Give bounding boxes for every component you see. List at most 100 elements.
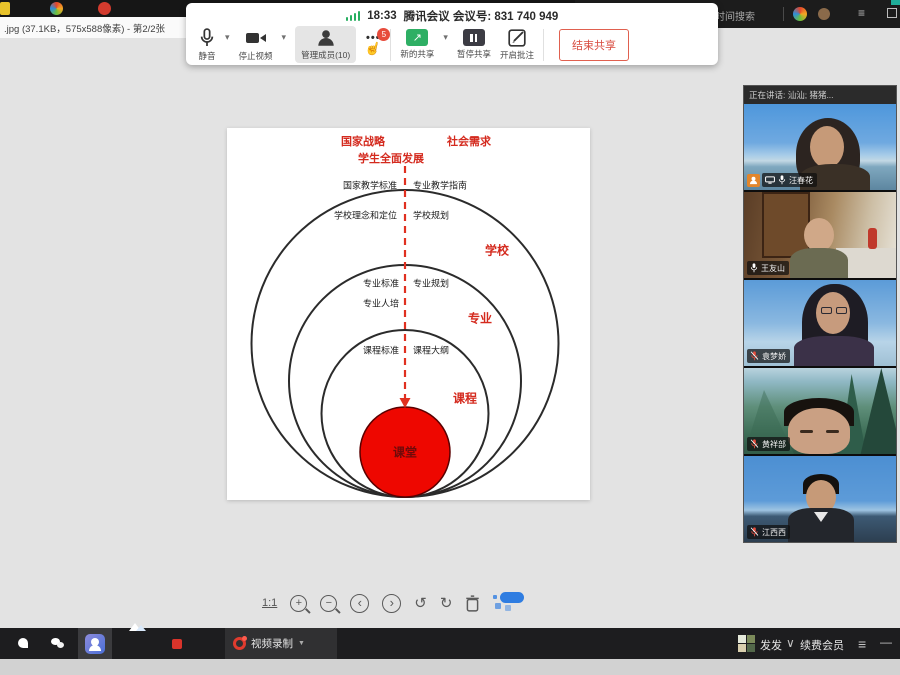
divider: [543, 29, 544, 61]
next-image-button[interactable]: ›: [382, 594, 401, 613]
end-share-button[interactable]: 结束共享: [559, 29, 629, 61]
profile-icon[interactable]: [818, 8, 830, 20]
desktop-edge: [0, 659, 900, 675]
video-dropdown-icon[interactable]: ▾: [282, 32, 287, 43]
microphone-icon: [198, 28, 216, 48]
delete-icon[interactable]: [465, 595, 480, 612]
participant-video[interactable]: 王友山: [744, 192, 896, 278]
mic-on-icon: [750, 263, 758, 273]
speaking-status: 正在讲话: 汕汕; 猪猪...: [744, 86, 896, 104]
meeting-title: 腾讯会议 会议号: 831 740 949: [404, 8, 559, 24]
zoom-out-icon[interactable]: −: [320, 595, 337, 612]
meeting-app-taskbar-item[interactable]: [78, 628, 112, 659]
label-school-plan: 学校规划: [413, 209, 449, 222]
divider: [783, 7, 784, 21]
ring-label-course: 课程: [453, 390, 477, 407]
stop-video-label: 停止视频: [239, 50, 273, 62]
mute-button[interactable]: 静音: [198, 28, 216, 62]
background-app-icon: [0, 2, 10, 15]
annotate-button[interactable]: 开启批注: [500, 29, 534, 61]
recording-dot-icon: [233, 637, 246, 650]
pause-share-button[interactable]: 暂停共享: [457, 29, 491, 60]
participant-name: 黄祥部: [762, 439, 786, 450]
label-major-plan: 专业规划: [413, 277, 449, 290]
recording-panel[interactable]: 视频录制 ▼: [225, 628, 337, 659]
pinwheel-app-icon: [50, 2, 63, 15]
more-button[interactable]: ••• ☝ 5: [365, 34, 381, 55]
meeting-info-row: 18:33 腾讯会议 会议号: 831 740 949: [186, 3, 718, 24]
mic-on-icon: [778, 175, 786, 185]
label-national-strategy: 国家战略: [341, 133, 385, 149]
participant-video[interactable]: 汪春花: [744, 104, 896, 190]
mic-muted-icon: [750, 439, 759, 449]
previous-image-button[interactable]: ‹: [350, 594, 369, 613]
meeting-toolbar: 18:33 腾讯会议 会议号: 831 740 949 静音 ▾ 停止视频 ▾: [186, 3, 718, 65]
mic-muted-icon: [750, 527, 759, 537]
screen-share-icon: ↗: [406, 29, 428, 46]
ring-label-major: 专业: [468, 310, 492, 327]
label-course-standard: 课程标准: [363, 344, 399, 357]
notification-badge: 5: [377, 28, 390, 41]
viewer-toolbar: 1:1 + − ‹ › ↺ ↻: [262, 592, 527, 614]
raise-hand-icon: ☝: [364, 40, 383, 57]
participant-video[interactable]: 黄祥部: [744, 368, 896, 454]
pause-icon: [463, 29, 485, 46]
tencent-meeting-icon: [85, 634, 105, 654]
taskbar: 视频录制 ▼ 发发 ∨ 续费会员 ≡ —: [0, 628, 900, 659]
label-student-development: 学生全面发展: [358, 150, 424, 166]
divider: [390, 29, 391, 61]
menu-icon[interactable]: ≡: [858, 7, 865, 19]
person-icon: [317, 29, 335, 47]
actual-size-button[interactable]: 1:1: [262, 597, 277, 609]
manage-members-label: 管理成员(10): [301, 49, 350, 61]
participant-video[interactable]: 江西西: [744, 456, 896, 542]
mute-dropdown-icon[interactable]: ▾: [225, 32, 230, 43]
label-social-demand: 社会需求: [447, 133, 491, 149]
renew-membership-link[interactable]: 续费会员: [800, 637, 844, 653]
participant-video[interactable]: 袁梦娇: [744, 280, 896, 366]
user-name: 发发: [760, 637, 782, 653]
camera-icon: [245, 28, 267, 48]
label-national-standard: 国家教学标准: [343, 179, 397, 192]
label-school-position: 学校理念和定位: [334, 209, 397, 222]
rotate-right-icon[interactable]: ↻: [440, 596, 453, 611]
stop-video-button[interactable]: 停止视频: [239, 28, 273, 62]
recorder-logo-icon: [738, 635, 755, 652]
ring-label-school: 学校: [485, 242, 509, 259]
manage-members-button[interactable]: 管理成员(10): [295, 26, 356, 63]
mic-muted-icon: [750, 351, 759, 361]
participant-name: 袁梦娇: [762, 351, 786, 362]
pause-share-label: 暂停共享: [457, 48, 491, 60]
background-sliver: [891, 0, 900, 5]
shared-slide: 国家战略 社会需求 学生全面发展 国家教学标准 专业教学指南 学校理念和定位 学…: [227, 128, 590, 500]
participant-name: 王友山: [761, 263, 785, 274]
pen-icon: [508, 29, 526, 47]
user-dropdown-icon[interactable]: ∨: [786, 636, 795, 650]
label-major-training: 专业人培: [363, 297, 399, 310]
participants-sidebar: 正在讲话: 汕汕; 猪猪...: [743, 85, 897, 543]
promo-badge-icon[interactable]: [493, 592, 527, 614]
label-course-outline: 课程大纲: [413, 344, 449, 357]
mute-label: 静音: [198, 50, 215, 62]
minimize-icon[interactable]: —: [880, 635, 892, 649]
record-app-icon: [98, 2, 111, 15]
rotate-left-icon[interactable]: ↺: [414, 596, 427, 611]
viewer-title: .jpg (37.1KB，575x588像素) - 第2/2张: [4, 21, 165, 35]
share-dropdown-icon[interactable]: ▾: [443, 32, 448, 43]
zoom-in-icon[interactable]: +: [290, 595, 307, 612]
fullscreen-icon[interactable]: [887, 8, 897, 18]
small-red-app-icon[interactable]: [172, 639, 182, 649]
annotate-label: 开启批注: [500, 49, 534, 61]
recording-dropdown-icon[interactable]: ▼: [298, 640, 305, 647]
browser-app-icon[interactable]: [793, 7, 807, 21]
label-major-standard: 专业标准: [363, 277, 399, 290]
sharing-screen-icon: [765, 176, 775, 184]
label-teaching-guide: 专业教学指南: [413, 179, 467, 192]
center-label-classroom: 课堂: [393, 444, 417, 461]
new-share-button[interactable]: ↗ 新的共享: [400, 29, 434, 60]
participant-name: 江西西: [762, 527, 786, 538]
recorder-menu-icon[interactable]: ≡: [858, 636, 866, 652]
host-badge-icon: [747, 174, 760, 187]
meeting-time: 18:33: [367, 10, 396, 22]
recording-label: 视频录制: [251, 636, 293, 651]
